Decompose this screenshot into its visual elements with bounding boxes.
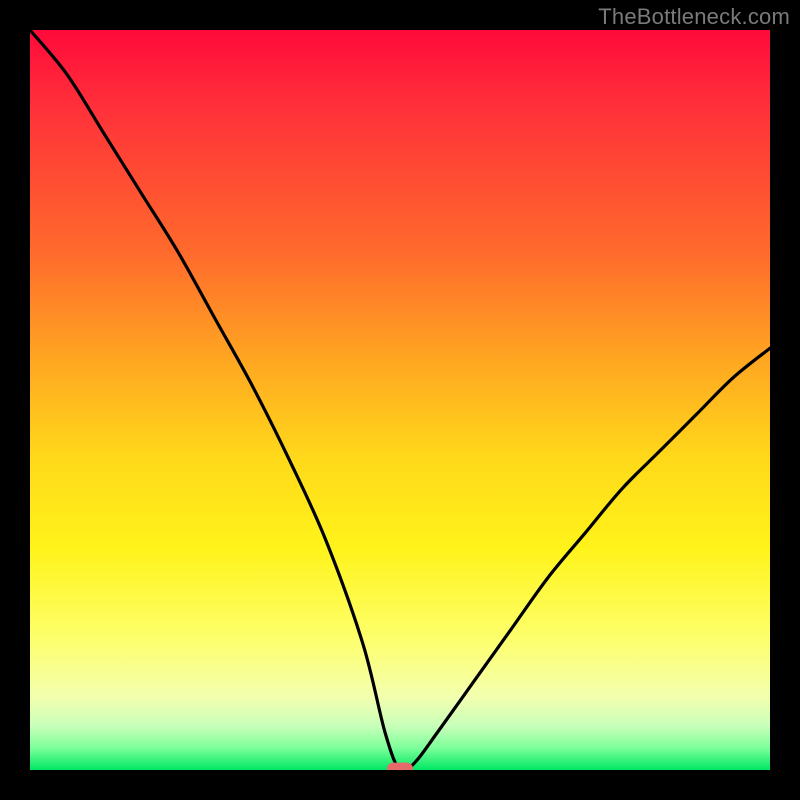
bottleneck-curve xyxy=(30,30,770,770)
chart-frame: TheBottleneck.com xyxy=(0,0,800,800)
curve-svg xyxy=(30,30,770,770)
plot-area xyxy=(30,30,770,770)
optimal-marker xyxy=(387,763,413,770)
watermark-text: TheBottleneck.com xyxy=(598,4,790,30)
